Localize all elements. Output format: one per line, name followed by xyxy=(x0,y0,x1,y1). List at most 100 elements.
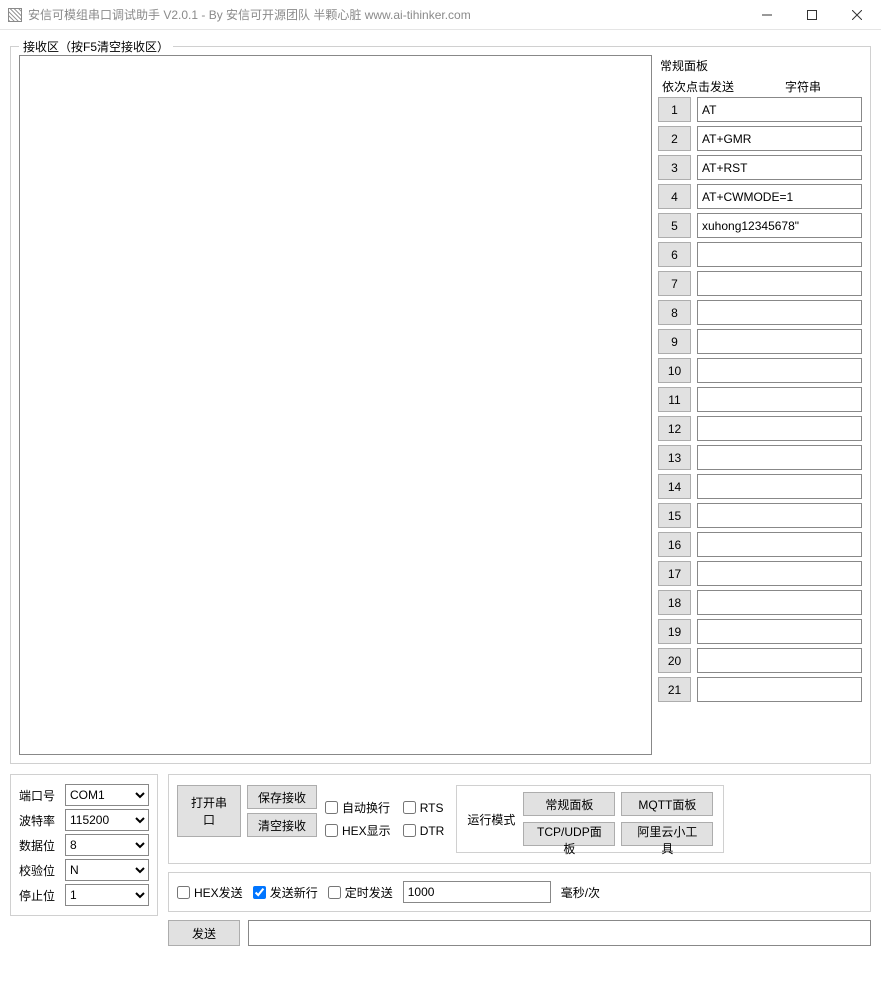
cmd-send-button-21[interactable]: 21 xyxy=(658,677,691,702)
maximize-button[interactable] xyxy=(789,1,834,29)
baud-select[interactable]: 115200 xyxy=(65,809,149,831)
cmd-send-button-2[interactable]: 2 xyxy=(658,126,691,151)
cmd-input-12[interactable] xyxy=(697,416,862,441)
cmd-row: 17 xyxy=(658,561,862,586)
mode-tcp-button[interactable]: TCP/UDP面板 xyxy=(523,822,615,846)
cmd-input-10[interactable] xyxy=(697,358,862,383)
timed-send-label: 定时发送 xyxy=(345,884,393,901)
parity-label: 校验位 xyxy=(19,862,61,879)
cmd-input-18[interactable] xyxy=(697,590,862,615)
mode-normal-button[interactable]: 常规面板 xyxy=(523,792,615,816)
cmd-send-button-14[interactable]: 14 xyxy=(658,474,691,499)
cmd-send-button-11[interactable]: 11 xyxy=(658,387,691,412)
cmd-send-button-13[interactable]: 13 xyxy=(658,445,691,470)
clear-receive-button[interactable]: 清空接收 xyxy=(247,813,317,837)
cmd-input-9[interactable] xyxy=(697,329,862,354)
cmd-row: 11 xyxy=(658,387,862,412)
port-select[interactable]: COM1 xyxy=(65,784,149,806)
cmd-row: 6 xyxy=(658,242,862,267)
cmd-row: 13 xyxy=(658,445,862,470)
app-icon xyxy=(8,8,22,22)
cmd-send-button-1[interactable]: 1 xyxy=(658,97,691,122)
cmd-row: 12 xyxy=(658,416,862,441)
cmd-row: 4 xyxy=(658,184,862,209)
receive-legend: 接收区（按F5清空接收区） xyxy=(19,38,173,55)
interval-input[interactable] xyxy=(403,881,551,903)
baud-label: 波特率 xyxy=(19,812,61,829)
cmd-input-1[interactable] xyxy=(697,97,862,122)
cmd-send-button-8[interactable]: 8 xyxy=(658,300,691,325)
dtr-label: DTR xyxy=(420,824,445,838)
side-panel: 常规面板 依次点击发送 字符串 123456789101112131415161… xyxy=(658,55,862,755)
cmd-send-button-15[interactable]: 15 xyxy=(658,503,691,528)
cmd-send-button-10[interactable]: 10 xyxy=(658,358,691,383)
cmd-send-button-17[interactable]: 17 xyxy=(658,561,691,586)
close-button[interactable] xyxy=(834,1,879,29)
minimize-button[interactable] xyxy=(744,1,789,29)
cmd-input-13[interactable] xyxy=(697,445,862,470)
cmd-row: 3 xyxy=(658,155,862,180)
send-newline-label: 发送新行 xyxy=(270,884,318,901)
cmd-input-20[interactable] xyxy=(697,648,862,673)
rts-checkbox[interactable]: RTS xyxy=(403,799,445,816)
stopbits-select[interactable]: 1 xyxy=(65,884,149,906)
timed-send-checkbox[interactable]: 定时发送 xyxy=(328,884,393,901)
cmd-row: 16 xyxy=(658,532,862,557)
cmd-input-19[interactable] xyxy=(697,619,862,644)
cmd-send-button-5[interactable]: 5 xyxy=(658,213,691,238)
cmd-input-11[interactable] xyxy=(697,387,862,412)
auto-wrap-checkbox[interactable]: 自动换行 xyxy=(325,799,391,816)
cmd-row: 15 xyxy=(658,503,862,528)
cmd-send-button-18[interactable]: 18 xyxy=(658,590,691,615)
cmd-send-button-20[interactable]: 20 xyxy=(658,648,691,673)
mode-aliyun-button[interactable]: 阿里云小工具 xyxy=(621,822,713,846)
send-button[interactable]: 发送 xyxy=(168,920,240,946)
parity-select[interactable]: N xyxy=(65,859,149,881)
stopbits-label: 停止位 xyxy=(19,887,61,904)
cmd-send-button-6[interactable]: 6 xyxy=(658,242,691,267)
cmd-send-button-12[interactable]: 12 xyxy=(658,416,691,441)
hex-send-label: HEX发送 xyxy=(194,884,243,901)
cmd-send-button-3[interactable]: 3 xyxy=(658,155,691,180)
cmd-input-7[interactable] xyxy=(697,271,862,296)
window-title: 安信可模组串口调试助手 V2.0.1 - By 安信可开源团队 半颗心脏 www… xyxy=(28,6,744,23)
receive-textarea[interactable] xyxy=(19,55,652,755)
databits-select[interactable]: 8 xyxy=(65,834,149,856)
cmd-row: 9 xyxy=(658,329,862,354)
cmd-input-4[interactable] xyxy=(697,184,862,209)
mode-mqtt-button[interactable]: MQTT面板 xyxy=(621,792,713,816)
cmd-input-8[interactable] xyxy=(697,300,862,325)
open-serial-button[interactable]: 打开串口 xyxy=(177,785,241,837)
cmd-send-button-4[interactable]: 4 xyxy=(658,184,691,209)
cmd-input-5[interactable] xyxy=(697,213,862,238)
hex-display-checkbox[interactable]: HEX显示 xyxy=(325,822,391,839)
cmd-row: 21 xyxy=(658,677,862,702)
receive-groupbox: 接收区（按F5清空接收区） 常规面板 依次点击发送 字符串 1234567891… xyxy=(10,46,871,764)
dtr-checkbox[interactable]: DTR xyxy=(403,822,445,839)
mode-block: 运行模式 常规面板 MQTT面板 TCP/UDP面板 阿里云小工具 xyxy=(456,785,724,853)
send-newline-checkbox[interactable]: 发送新行 xyxy=(253,884,318,901)
interval-unit: 毫秒/次 xyxy=(561,884,600,901)
save-receive-button[interactable]: 保存接收 xyxy=(247,785,317,809)
send-input[interactable] xyxy=(248,920,871,946)
cmd-send-button-16[interactable]: 16 xyxy=(658,532,691,557)
cmd-input-3[interactable] xyxy=(697,155,862,180)
cmd-input-2[interactable] xyxy=(697,126,862,151)
cmd-input-14[interactable] xyxy=(697,474,862,499)
hex-send-checkbox[interactable]: HEX发送 xyxy=(177,884,243,901)
cmd-send-button-9[interactable]: 9 xyxy=(658,329,691,354)
cmd-input-6[interactable] xyxy=(697,242,862,267)
cmd-input-17[interactable] xyxy=(697,561,862,586)
cmd-input-21[interactable] xyxy=(697,677,862,702)
cmd-send-button-19[interactable]: 19 xyxy=(658,619,691,644)
cmd-row: 20 xyxy=(658,648,862,673)
cmd-input-16[interactable] xyxy=(697,532,862,557)
side-col-send-header: 依次点击发送 xyxy=(658,78,738,95)
port-label: 端口号 xyxy=(19,787,61,804)
titlebar: 安信可模组串口调试助手 V2.0.1 - By 安信可开源团队 半颗心脏 www… xyxy=(0,0,881,30)
cmd-input-15[interactable] xyxy=(697,503,862,528)
side-panel-title: 常规面板 xyxy=(658,55,862,78)
cmd-row: 10 xyxy=(658,358,862,383)
cmd-send-button-7[interactable]: 7 xyxy=(658,271,691,296)
serial-settings-box: 端口号 COM1 波特率 115200 数据位 8 校验位 N 停止位 1 xyxy=(10,774,158,916)
